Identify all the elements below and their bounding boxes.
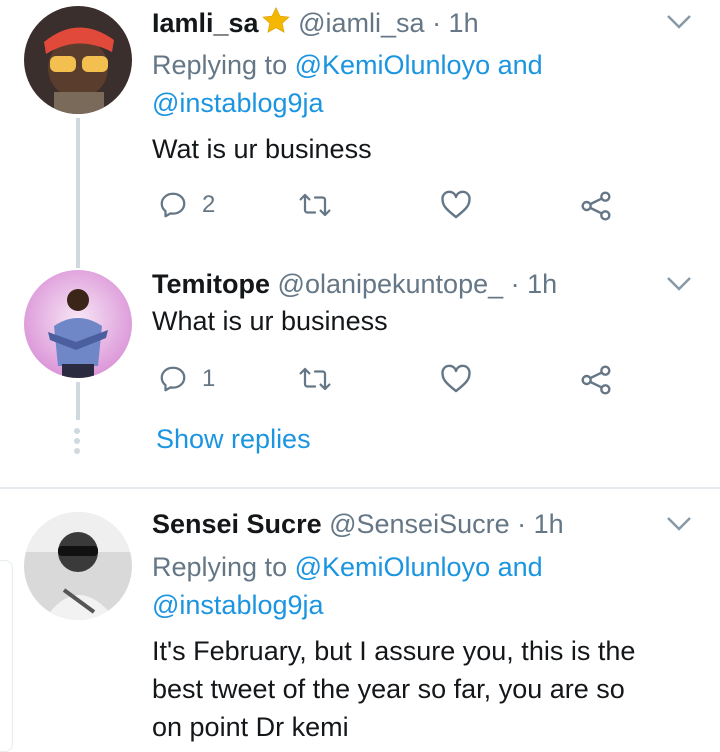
mention-link[interactable]: @instablog9ja [152,590,324,620]
tweet-text-line-1: It's February, but I assure you, this is… [152,636,636,666]
handle[interactable]: @SenseiSucre [329,509,510,539]
display-name[interactable]: Sensei Sucre [152,509,322,539]
tweet-header: Temitope @olanipekuntope_ · 1h [152,268,557,300]
reply-icon [160,192,186,218]
replying-to-joiner: and [490,50,543,80]
thread-line [76,382,80,420]
replying-to-line-2: @instablog9ja [152,84,324,122]
display-name[interactable]: Iamli_sa [152,8,259,38]
avatar-temitope[interactable] [24,270,132,378]
handle[interactable]: @iamli_sa [298,8,424,38]
thread-line [76,118,80,268]
avatar-iamli-sa[interactable] [24,6,132,114]
replying-to-prefix: Replying to [152,552,295,582]
thread-dots [74,428,82,458]
star-emoji-icon [261,6,291,43]
timestamp[interactable]: · 1h [511,269,558,299]
chevron-down-icon[interactable] [664,274,694,294]
retweet-button[interactable] [298,364,332,394]
scroll-edge-handle [0,560,13,752]
tweet-text-line-2: best tweet of the year so far, you are s… [152,674,625,704]
reply-button[interactable]: 2 [158,190,215,220]
show-replies-link[interactable]: Show replies [156,424,311,455]
replying-to: Replying to @KemiOlunloyo and [152,46,543,84]
replying-to-joiner: and [490,552,543,582]
heart-icon [441,364,471,393]
share-icon [581,365,611,395]
tweet-header: Iamli_sa @iamli_sa · 1h [152,6,479,43]
retweet-icon [299,193,331,217]
mention-link[interactable]: @KemiOlunloyo [295,552,491,582]
replying-to-prefix: Replying to [152,50,295,80]
like-button[interactable] [440,190,472,220]
display-name[interactable]: Temitope [152,269,270,299]
retweet-icon [299,367,331,391]
tweet-header: Sensei Sucre @SenseiSucre · 1h [152,508,564,540]
handle[interactable]: @olanipekuntope_ [278,269,504,299]
share-button[interactable] [580,190,612,222]
mention-link[interactable]: @KemiOlunloyo [295,50,491,80]
share-button[interactable] [580,364,612,396]
reply-count: 2 [202,191,216,218]
reply-count: 1 [202,365,216,392]
replying-to: Replying to @KemiOlunloyo and [152,548,543,586]
retweet-button[interactable] [298,190,332,220]
reply-button[interactable]: 1 [158,364,215,394]
tweet-text-line-3: on point Dr kemi [152,712,349,742]
tweet-text: What is ur business [152,306,388,336]
avatar-sensei-sucre[interactable] [24,512,132,620]
like-button[interactable] [440,364,472,394]
timestamp[interactable]: · 1h [517,509,564,539]
tweet-text: Wat is ur business [152,134,372,164]
chevron-down-icon[interactable] [664,514,694,534]
replying-to-line-2: @instablog9ja [152,586,324,624]
chevron-down-icon[interactable] [664,12,694,32]
divider [0,487,720,489]
reply-icon [160,366,186,392]
heart-icon [441,190,471,219]
timestamp[interactable]: · 1h [432,8,479,38]
share-icon [581,191,611,221]
mention-link[interactable]: @instablog9ja [152,88,324,118]
